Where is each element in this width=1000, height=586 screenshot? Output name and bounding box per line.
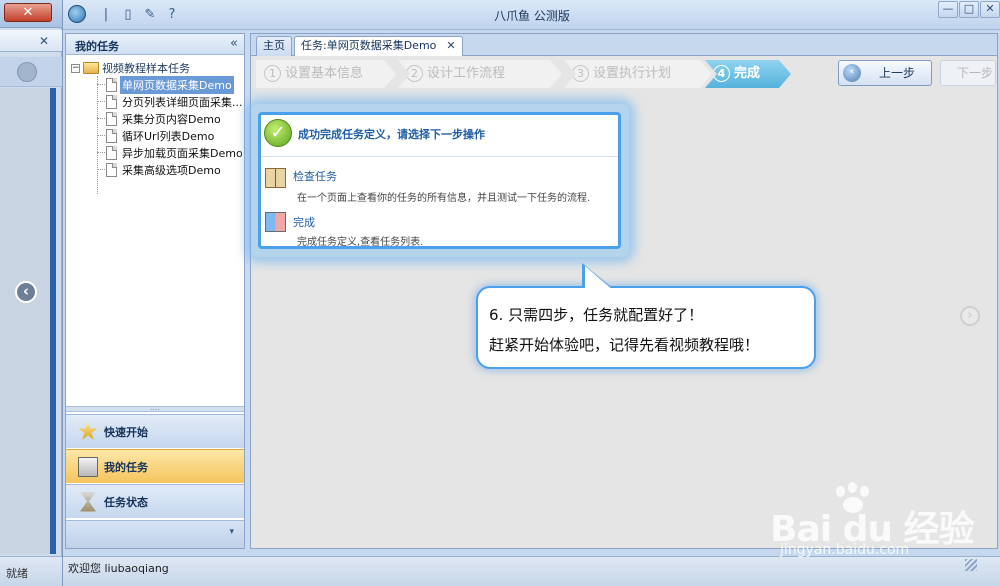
- step-label: 完成: [734, 66, 761, 81]
- prev-step-button[interactable]: ‹ 上一步: [838, 60, 932, 86]
- tab-label: 任务:单网页数据采集Demo: [301, 39, 437, 52]
- popup-header: ✓ 成功完成任务定义，请选择下一步操作: [261, 115, 618, 157]
- watermark-url: jingyan.baidu.com: [780, 542, 910, 558]
- step-number: 4: [713, 65, 730, 82]
- nav-quick-start[interactable]: 快速开始: [66, 414, 244, 448]
- step-label: 设计工作流程: [427, 66, 506, 81]
- tree-item[interactable]: 采集高级选项Demo: [97, 161, 243, 178]
- background-close-button[interactable]: ✕: [4, 3, 52, 22]
- watermark: Bai du 经验 jingyan.baidu.com: [770, 480, 992, 570]
- chevron-down-icon[interactable]: ▾: [229, 527, 234, 537]
- tree-item-label: 异步加载页面采集Demo: [122, 146, 242, 160]
- background-window: ✕ ✕ ‹ 就绪: [0, 0, 62, 586]
- status-text: 欢迎您 liubaoqiang: [68, 562, 169, 575]
- tree-item[interactable]: 分页列表详细页面采集...: [97, 93, 243, 110]
- step-number: 2: [406, 65, 423, 82]
- nav-label: 任务状态: [104, 495, 148, 509]
- background-status-text: 就绪: [6, 567, 28, 580]
- next-step-button[interactable]: 下一步: [940, 60, 996, 86]
- background-round-button[interactable]: [17, 62, 37, 82]
- wizard-step: 1 设置基本信息: [256, 60, 396, 88]
- callout-line: 赶紧开始体验吧，记得先看视频教程哦！: [489, 336, 760, 354]
- nav-label: 我的任务: [104, 460, 148, 474]
- background-statusbar: 就绪: [0, 556, 62, 586]
- check-task-description: 在一个页面上查看你的任务的所有信息，并且测试一下任务的流程.: [297, 193, 591, 204]
- pane-title: 我的任务: [75, 40, 119, 53]
- finish-grid-icon[interactable]: [265, 212, 286, 232]
- tab-strip: 主页 任务:单网页数据采集Demo ✕: [251, 34, 997, 57]
- tasks-icon: [78, 456, 98, 477]
- prev-slide-icon[interactable]: ‹: [15, 281, 37, 303]
- titlebar: | ▯ ✎ ? 八爪鱼 公测版 — □ ✕: [63, 0, 1000, 30]
- hourglass-icon: [80, 491, 96, 512]
- background-content: [0, 88, 50, 554]
- callout-line: 6. 只需四步，任务就配置好了！: [489, 306, 704, 324]
- pane-footer: ▾: [66, 520, 244, 548]
- nav-task-status[interactable]: 任务状态: [66, 484, 244, 518]
- star-icon: [78, 421, 98, 440]
- tree-item[interactable]: 采集分页内容Demo: [97, 110, 243, 127]
- wizard-step-current: 4 完成: [705, 60, 791, 88]
- finish-description: 完成任务定义,查看任务列表.: [297, 237, 424, 248]
- folder-icon: [83, 62, 99, 74]
- close-tab-icon[interactable]: ✕: [446, 39, 455, 52]
- document-icon: [106, 145, 117, 160]
- check-icon: ✓: [264, 119, 292, 147]
- tree-expander-icon[interactable]: −: [71, 63, 80, 73]
- callout-bubble: 6. 只需四步，任务就配置好了！ 赶紧开始体验吧，记得先看视频教程哦！: [476, 286, 816, 369]
- nav-label: 快速开始: [104, 425, 148, 439]
- tree-item-label: 分页列表详细页面采集...: [122, 95, 242, 109]
- document-icon: [106, 77, 117, 92]
- tree-root-label: 视频教程样本任务: [102, 62, 190, 75]
- wizard-step: 2 设计工作流程: [398, 60, 562, 88]
- document-icon: [106, 128, 117, 143]
- background-scrollbar[interactable]: [50, 88, 56, 554]
- tab-label: 主页: [263, 39, 285, 52]
- back-arrow-icon: ‹: [843, 64, 861, 82]
- background-panel-header: [0, 30, 62, 52]
- minimize-button[interactable]: —: [938, 1, 958, 18]
- check-task-link[interactable]: 检查任务: [293, 168, 337, 184]
- tree-item-label: 采集分页内容Demo: [122, 112, 221, 126]
- popup-title: 成功完成任务定义，请选择下一步操作: [298, 128, 485, 141]
- background-titlebar: ✕: [0, 0, 62, 28]
- tree-item[interactable]: 循环Url列表Demo: [97, 127, 243, 144]
- tree-item[interactable]: 单网页数据采集Demo: [97, 75, 243, 94]
- step-label: 设置执行计划: [593, 66, 672, 81]
- document-icon: [106, 94, 117, 109]
- next-slide-icon[interactable]: ›: [960, 306, 980, 326]
- step-number: 3: [572, 65, 589, 82]
- window-title: 八爪鱼 公测版: [494, 9, 570, 23]
- document-icon: [106, 162, 117, 177]
- tree-item-label: 循环Url列表Demo: [122, 129, 215, 143]
- step-number: 1: [264, 65, 281, 82]
- wizard-content: 1 设置基本信息 2 设计工作流程 3 设置执行计划 4 完成 ‹ 上一步 下一步 ›: [251, 56, 997, 548]
- my-tasks-pane: 我的任务 « − 视频教程样本任务 单网页数据采集Demo 分页列表详细页面采集…: [65, 33, 245, 549]
- background-panel-close-icon[interactable]: ✕: [39, 34, 49, 48]
- step-label: 设置基本信息: [285, 66, 364, 81]
- tab-home[interactable]: 主页: [256, 36, 292, 56]
- prev-step-label: 上一步: [879, 66, 916, 80]
- document-icon: [106, 111, 117, 126]
- next-step-label: 下一步: [957, 66, 994, 80]
- wizard-steps: 1 设置基本信息 2 设计工作流程 3 设置执行计划 4 完成: [256, 60, 791, 88]
- nav-my-tasks[interactable]: 我的任务: [66, 449, 244, 483]
- collapse-pane-icon[interactable]: «: [230, 36, 238, 51]
- tree-item[interactable]: 异步加载页面采集Demo: [97, 144, 243, 161]
- wizard-step: 3 设置执行计划: [564, 60, 712, 88]
- finish-link[interactable]: 完成: [293, 214, 315, 230]
- success-popup: ✓ 成功完成任务定义，请选择下一步操作 检查任务 在一个页面上查看你的任务的所有…: [258, 112, 621, 249]
- tree-item-label: 单网页数据采集Demo: [120, 75, 234, 94]
- document-area: 主页 任务:单网页数据采集Demo ✕ 1 设置基本信息 2 设计工作流程 3 设置执行…: [250, 33, 998, 549]
- tree-item-label: 采集高级选项Demo: [122, 163, 221, 177]
- tab-task[interactable]: 任务:单网页数据采集Demo ✕: [294, 36, 463, 57]
- close-button[interactable]: ✕: [980, 1, 1000, 18]
- tree-root-node[interactable]: − 视频教程样本任务: [71, 60, 190, 76]
- pane-splitter[interactable]: ....: [66, 404, 244, 412]
- book-icon[interactable]: [265, 168, 286, 188]
- maximize-button[interactable]: □: [959, 1, 979, 18]
- pane-header: 我的任务 «: [66, 34, 244, 55]
